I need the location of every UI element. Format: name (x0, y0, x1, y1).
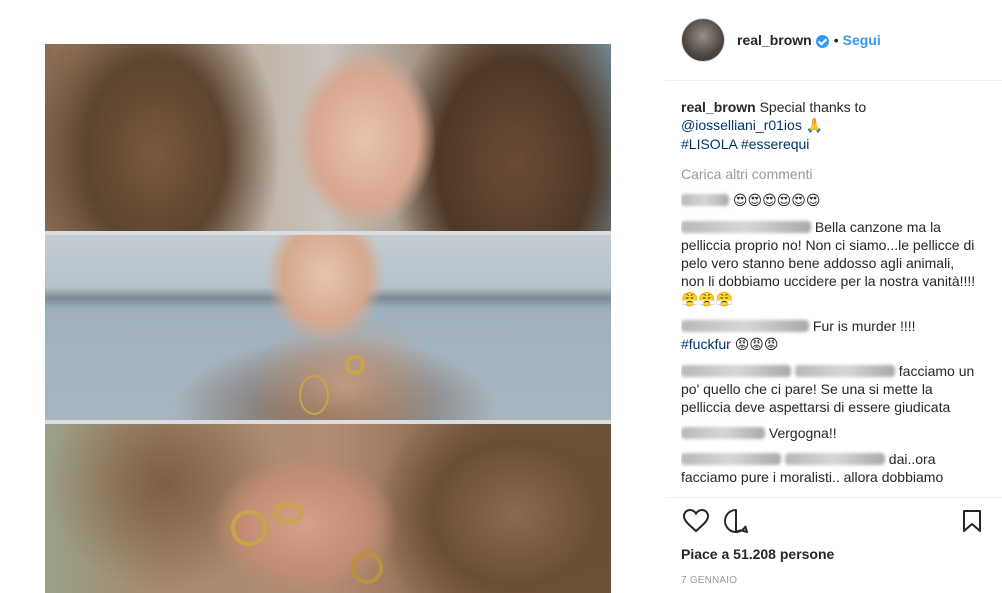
bookmark-icon (963, 510, 981, 532)
caption-emoji: 🙏 (805, 118, 824, 134)
comment-item: dai..ora facciamo pure i moralisti.. all… (681, 450, 981, 486)
save-button[interactable] (957, 506, 987, 536)
comment-item: 😍😍😍😍😍😍 (681, 191, 981, 210)
comment-mention-blurred[interactable] (784, 453, 885, 465)
comment-username-blurred[interactable] (681, 365, 791, 377)
post-actions (681, 506, 986, 540)
comment-text: Vergogna!! (768, 425, 837, 441)
comment-mention-blurred[interactable] (794, 365, 895, 377)
comment-emoji: 😡😡😡 (734, 337, 779, 353)
comment-icon (724, 509, 748, 533)
photo-panel-neck (45, 235, 611, 420)
photo-panel-face (45, 44, 611, 231)
heart-icon (683, 509, 709, 533)
comment-username-blurred[interactable] (681, 320, 809, 332)
post-header: real_brown • Segui (681, 18, 881, 62)
caption-hashtags[interactable]: #LISOLA #esserequi (681, 136, 809, 152)
comment-text: Fur is murder !!!! (812, 318, 916, 334)
header-username[interactable]: real_brown (737, 32, 812, 48)
caption-text: Special thanks to (759, 99, 867, 115)
comment-button[interactable] (721, 506, 751, 536)
header-divider (665, 80, 1002, 81)
post-photo[interactable] (45, 44, 611, 593)
likes-count[interactable]: Piace a 51.208 persone (681, 546, 834, 562)
avatar[interactable] (681, 18, 725, 62)
comments-section: real_brown Special thanks to @iossellian… (681, 98, 981, 496)
photo-panel-hands (45, 424, 611, 593)
comment-username-blurred[interactable] (681, 221, 811, 233)
comment-username-blurred[interactable] (681, 194, 729, 206)
comment-item: Vergogna!! (681, 424, 981, 442)
actions-divider (665, 497, 1002, 498)
post-caption: real_brown Special thanks to @iossellian… (681, 98, 981, 153)
post-side-panel: real_brown • Segui real_brown Special th… (665, 0, 1002, 593)
separator-dot: • (833, 32, 839, 48)
follow-button[interactable]: Segui (843, 32, 881, 48)
comment-username-blurred[interactable] (681, 427, 765, 439)
comment-item: Fur is murder !!!! #fuckfur 😡😡😡 (681, 317, 981, 354)
caption-mention[interactable]: @iosselliani_r01ios (681, 117, 802, 133)
post-date: 7 GENNAIO (681, 575, 738, 586)
comment-item: Bella canzone ma la pelliccia proprio no… (681, 218, 981, 309)
comment-item: facciamo un po' quello che ci pare! Se u… (681, 362, 981, 416)
verified-badge-icon (815, 34, 829, 48)
comment-hashtag[interactable]: #fuckfur (681, 336, 731, 352)
load-more-comments-button[interactable]: Carica altri commenti (681, 165, 981, 183)
comment-emoji: 😤😤😤 (681, 292, 734, 308)
like-button[interactable] (681, 506, 711, 536)
comment-emoji: 😍😍😍😍😍😍 (732, 193, 821, 209)
comment-username-blurred[interactable] (681, 453, 781, 465)
caption-username[interactable]: real_brown (681, 99, 756, 115)
